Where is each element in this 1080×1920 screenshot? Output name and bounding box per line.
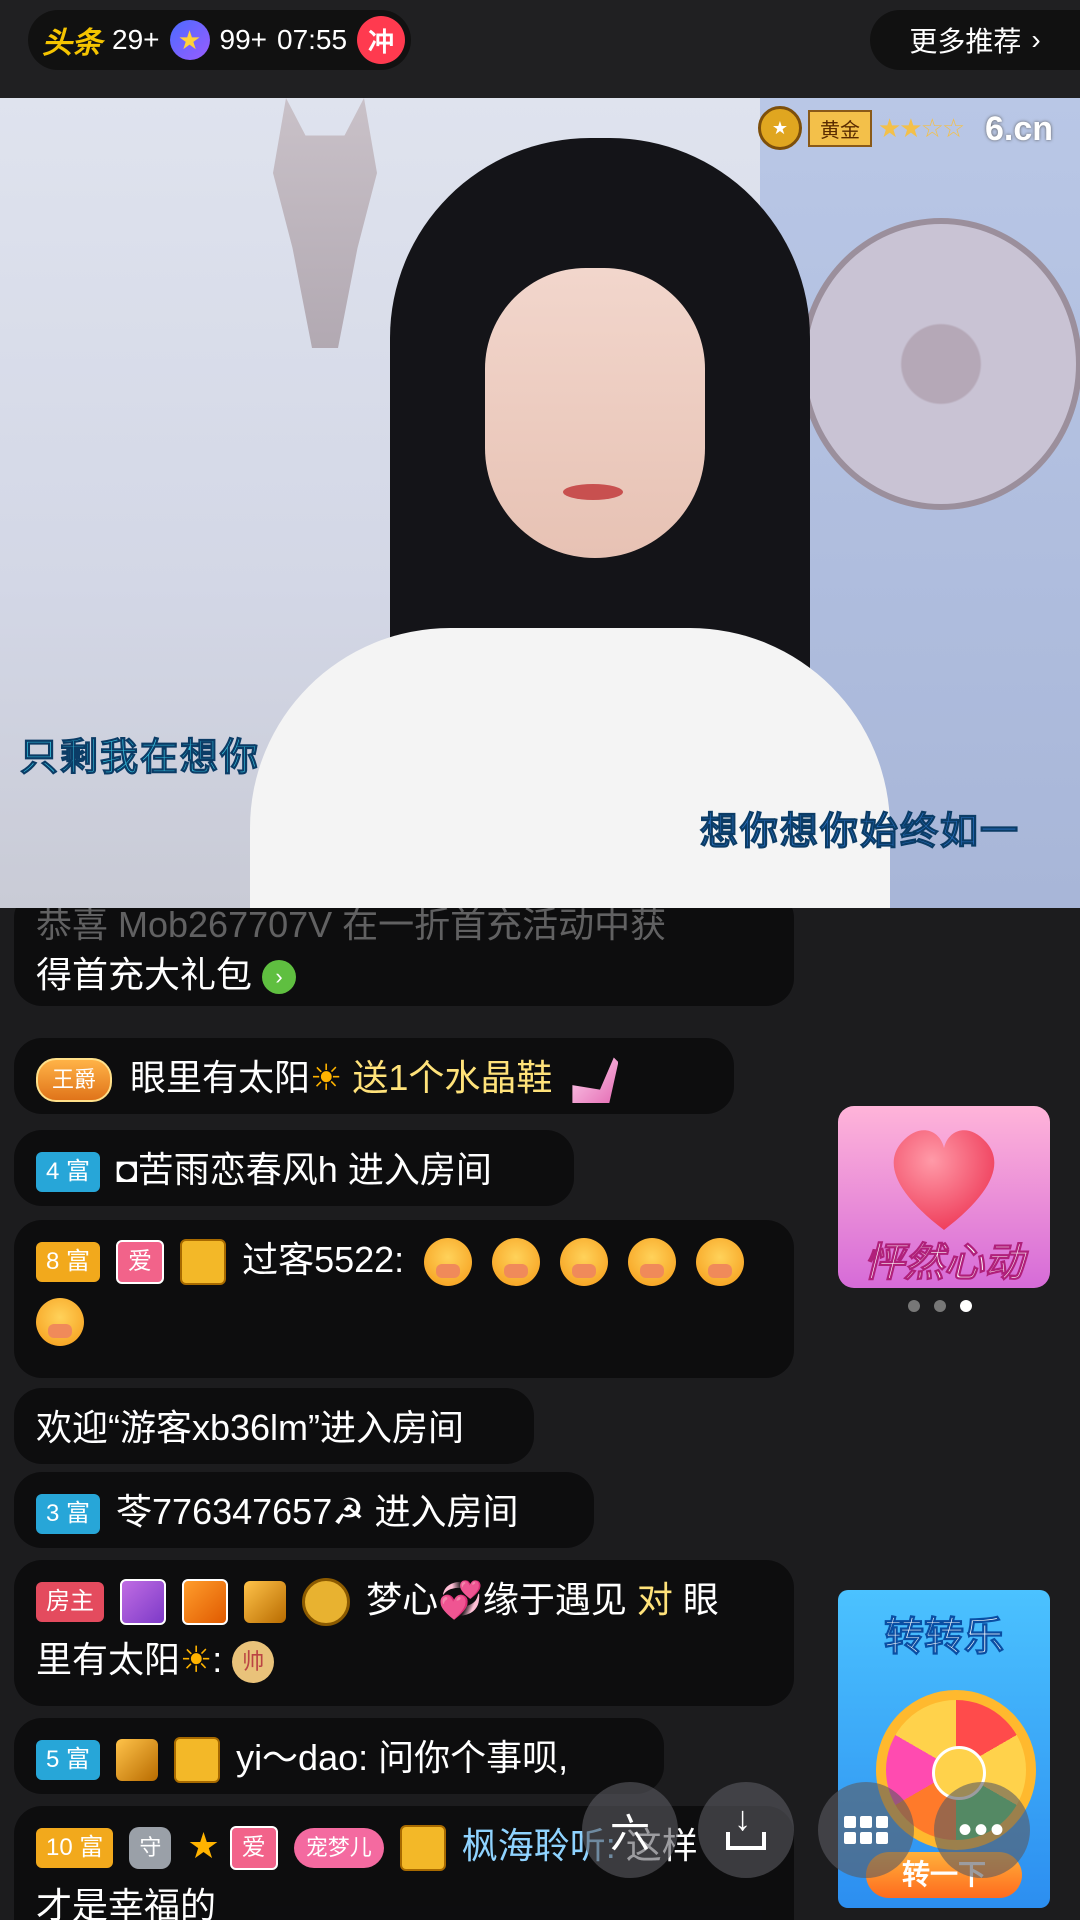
more-recommend-button[interactable]: 更多推荐 ›	[870, 10, 1080, 70]
target-username[interactable]: 眼	[683, 1579, 719, 1620]
username[interactable]: ◘苦雨恋春风h	[116, 1149, 338, 1190]
chat-list[interactable]: 恭喜 Mob267707V 在一折首充活动中获 得首充大礼包 › 王爵 眼里有太…	[0, 908, 810, 1920]
six-room-button[interactable]: 六	[582, 1782, 678, 1878]
pray-emoji-icon	[560, 1238, 609, 1287]
star-medal-icon	[302, 1578, 351, 1627]
banner-pager	[908, 1300, 972, 1312]
time-text: 07:55	[277, 24, 348, 55]
sun-icon: ☀	[310, 1057, 343, 1098]
streamer-shirt	[250, 628, 890, 908]
star-count: 99+	[219, 24, 268, 55]
fan-club-badge: 宠梦儿	[293, 1828, 384, 1869]
pager-dot-active[interactable]	[960, 1300, 972, 1312]
lyric-left: 只剩我在想你	[19, 737, 261, 780]
chevron-right-icon: ›	[1031, 24, 1041, 55]
live-video[interactable]: ★ 黄金 ★★☆☆ 6.cn 只剩我在想你 想你想你始终如一	[0, 98, 1080, 908]
brand-watermark: 6.cn	[985, 110, 1054, 148]
wealth-level-badge: 5 富	[36, 1740, 101, 1781]
pray-emoji-icon	[36, 1298, 84, 1347]
pray-emoji-icon	[696, 1238, 745, 1287]
car-badge-icon	[244, 1581, 287, 1624]
message-text-cont: 才是幸福的	[36, 1885, 217, 1920]
pray-emoji-icon	[628, 1238, 677, 1287]
car-badge-icon	[116, 1739, 159, 1782]
enter-text: 进入房间	[347, 1149, 492, 1190]
love-badge: 爱	[116, 1240, 165, 1285]
background-fan	[800, 218, 1080, 510]
pray-emoji-icon	[492, 1238, 541, 1287]
rank-medal-icon: ★	[758, 106, 802, 150]
reward-pill[interactable]: 头条 29+ ★ 99+ 07:55 冲	[28, 10, 412, 70]
guard-shield-icon: 守	[129, 1827, 172, 1870]
welcome-text: 欢迎“游客xb36lm”进入房间	[36, 1407, 465, 1448]
sun-icon: ☀	[180, 1639, 213, 1680]
heart-event-title: 怦然心动	[864, 1241, 1025, 1286]
more-button[interactable]: •••	[934, 1782, 1030, 1878]
streamer-face	[485, 268, 705, 558]
anchor-rank-badge[interactable]: ★ 黄金 ★★☆☆	[758, 106, 965, 150]
chat-message-system: 恭喜 Mob267707V 在一折首充活动中获 得首充大礼包 ›	[14, 908, 794, 1006]
chat-message-host: 房主 梦心💞缘于遇见 对 眼 里有太阳☀: 帅	[14, 1560, 794, 1706]
crystal-shoe-icon	[572, 1057, 619, 1104]
username[interactable]: 苓776347657☭	[116, 1491, 364, 1532]
chat-message-enter: 4 富 ◘苦雨恋春风h 进入房间	[14, 1130, 574, 1206]
love-badge: 爱	[229, 1826, 278, 1871]
heart-event-banner[interactable]: 怦然心动	[838, 1106, 1050, 1288]
to-text: 对	[636, 1579, 673, 1620]
host-badge: 房主	[36, 1582, 104, 1623]
star-icon: ★	[187, 1825, 220, 1866]
grid-icon	[844, 1816, 888, 1844]
message-text: 问你个事呗,	[378, 1737, 569, 1778]
pray-emoji-icon	[424, 1238, 473, 1287]
menu-grid-button[interactable]	[818, 1782, 914, 1878]
rank-label: 黄金	[808, 109, 872, 147]
top-bar: 头条 29+ ★ 99+ 07:55 冲 更多推荐 ›	[0, 0, 1080, 98]
chat-message-welcome: 欢迎“游客xb36lm”进入房间	[14, 1388, 534, 1464]
king-badge: 王爵	[36, 1058, 113, 1103]
chat-message-text: 5 富 yi～dao: 问你个事呗,	[14, 1718, 664, 1794]
wealth-level-badge: 3 富	[36, 1494, 101, 1535]
lyric-right: 想你想你始终如一	[699, 811, 1021, 854]
six-icon: 六	[610, 1812, 650, 1856]
user-badge-icon	[399, 1825, 446, 1872]
enter-text: 进入房间	[374, 1491, 519, 1532]
guard-badge-icon	[120, 1579, 167, 1626]
username[interactable]: 梦心💞缘于遇见	[366, 1579, 627, 1620]
username[interactable]: yi～dao:	[236, 1737, 368, 1778]
pager-dot[interactable]	[908, 1300, 920, 1312]
streamer-lips	[563, 484, 623, 500]
toutiao-count: 29+	[112, 24, 160, 55]
more-icon: •••	[957, 1807, 1006, 1852]
target-username-cont: 里有太阳	[36, 1639, 181, 1680]
download-button[interactable]	[698, 1782, 794, 1878]
toutiao-logo-icon: 头条	[42, 27, 102, 60]
wealth-level-badge: 10 富	[36, 1828, 114, 1869]
chat-message-gift: 王爵 眼里有太阳☀ 送1个水晶鞋	[14, 1038, 734, 1114]
system-text-partial: 恭喜 Mob267707V 在一折首充活动中获	[36, 908, 667, 945]
chevron-right-icon[interactable]: ›	[262, 960, 297, 995]
chat-message-enter: 3 富 苓776347657☭ 进入房间	[14, 1472, 594, 1548]
background-deer-decor	[273, 98, 377, 348]
system-text: 得首充大礼包	[36, 954, 253, 995]
wealth-level-badge: 8 富	[36, 1242, 101, 1283]
heart-icon	[884, 1122, 1004, 1232]
chat-message-emoji: 8 富 爱 过客5522:	[14, 1220, 794, 1378]
pager-dot[interactable]	[934, 1300, 946, 1312]
shield-badge-icon	[182, 1579, 229, 1626]
wheel-game-title: 转转乐	[884, 1615, 1005, 1660]
username[interactable]: 眼里有太阳	[130, 1057, 310, 1098]
gift-text: 送1个水晶鞋	[352, 1057, 553, 1098]
star-coin-icon: ★	[169, 20, 210, 60]
rank-stars: ★★☆☆	[878, 112, 965, 143]
user-badge-icon	[180, 1239, 227, 1286]
wealth-level-badge: 4 富	[36, 1152, 101, 1193]
user-badge-icon	[174, 1737, 221, 1784]
download-icon	[726, 1800, 766, 1850]
more-recommend-label: 更多推荐	[909, 26, 1022, 57]
username[interactable]: 过客5522:	[242, 1239, 404, 1280]
rush-button[interactable]: 冲	[357, 16, 406, 64]
chess-badge-icon: 帅	[232, 1641, 275, 1684]
